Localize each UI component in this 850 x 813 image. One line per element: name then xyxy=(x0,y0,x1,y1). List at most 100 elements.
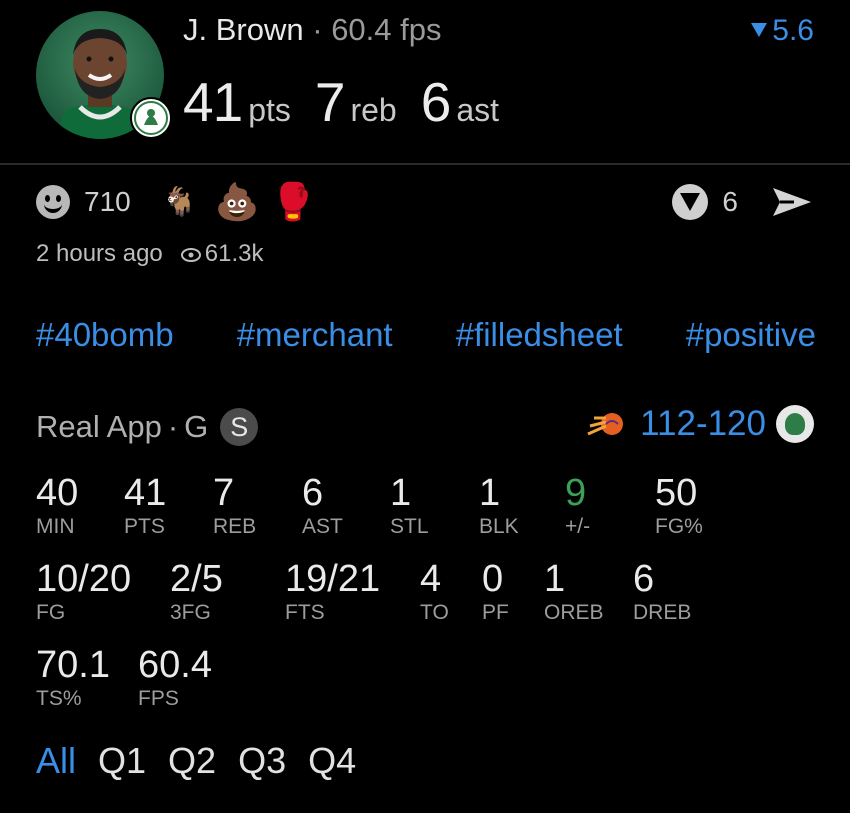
stat-plus-minus: 9 +/- xyxy=(565,472,590,539)
stat-value: 19/21 xyxy=(285,558,381,600)
tab-q3[interactable]: Q3 xyxy=(238,740,286,782)
stat-label: 3FG xyxy=(170,601,211,624)
game-info: Real App · G S xyxy=(36,408,259,446)
player-name[interactable]: J. Brown xyxy=(183,12,304,47)
hashtag-40bomb[interactable]: #40bomb xyxy=(36,316,174,354)
down-triangle-icon xyxy=(751,23,768,37)
stat-value: 40 xyxy=(36,472,79,514)
post-timestamp: 2 hours ago xyxy=(36,240,163,267)
stat-value: 60.4 xyxy=(138,644,212,686)
stat-fps: 60.4 FPS xyxy=(138,644,212,711)
stat-value: 6 xyxy=(302,472,324,514)
stat-label: FTS xyxy=(285,601,325,624)
stat-label: PF xyxy=(482,601,509,624)
stat-stl: 1 STL xyxy=(390,472,429,539)
stat-value: 9 xyxy=(565,472,587,514)
poop-icon[interactable]: 💩 xyxy=(215,182,260,222)
stat-label: OREB xyxy=(544,601,604,624)
stat-value: 7 xyxy=(213,472,235,514)
stat-label: AST xyxy=(302,515,343,538)
smiley-icon[interactable] xyxy=(36,185,70,219)
tab-q4[interactable]: Q4 xyxy=(308,740,356,782)
goat-icon[interactable]: 🐐 xyxy=(159,182,201,222)
reaction-count: 710 xyxy=(84,186,131,217)
stat-value: 6 xyxy=(633,558,655,600)
stat-value: 1 xyxy=(479,472,501,514)
rebounds-value: 7 xyxy=(314,71,346,133)
stat-value: 1 xyxy=(544,558,566,600)
stat-value: 50 xyxy=(655,472,698,514)
stat-reb: 7 REB xyxy=(213,472,256,539)
stat-value: 70.1 xyxy=(36,644,110,686)
stat-label: TO xyxy=(420,601,449,624)
post-meta: 2 hours ago 61.3k xyxy=(36,240,263,268)
send-icon[interactable] xyxy=(770,184,814,220)
assists-unit: ast xyxy=(456,92,499,128)
celtics-logo-icon xyxy=(776,405,814,443)
score-value: 112-120 xyxy=(640,404,766,443)
stat-label: FG% xyxy=(655,515,703,538)
stat-label: BLK xyxy=(479,515,519,538)
stat-to: 4 TO xyxy=(420,558,449,625)
hashtag-positive[interactable]: #positive xyxy=(686,316,816,354)
headline-stats: 41 pts 7 reb 6 ast xyxy=(183,70,523,134)
stat-3fg: 2/5 3FG xyxy=(170,558,223,625)
stat-label: FPS xyxy=(138,687,179,710)
view-count: 61.3k xyxy=(204,240,264,267)
comment-count: 6 xyxy=(722,186,738,217)
game-score[interactable]: 112-120 xyxy=(586,404,814,444)
tab-q2[interactable]: Q2 xyxy=(168,740,216,782)
reaction-bar: 710 🐐 💩 🥊 xyxy=(36,182,316,222)
tab-q1[interactable]: Q1 xyxy=(98,740,146,782)
starter-badge: S xyxy=(220,408,259,446)
stat-label: MIN xyxy=(36,515,75,538)
player-position: G xyxy=(184,409,209,444)
stat-pts: 41 PTS xyxy=(124,472,166,539)
points-value: 41 xyxy=(183,71,243,133)
stat-label: PTS xyxy=(124,515,165,538)
comment-icon[interactable] xyxy=(672,184,709,220)
stat-pf: 0 PF xyxy=(482,558,509,625)
tab-all[interactable]: All xyxy=(36,740,76,782)
stat-blk: 1 BLK xyxy=(479,472,519,539)
fps-delta[interactable]: 5.6 xyxy=(751,14,814,48)
stat-dreb: 6 DREB xyxy=(633,558,691,625)
points-unit: pts xyxy=(248,92,291,128)
fps-delta-value: 5.6 xyxy=(772,14,814,47)
hashtag-filledsheet[interactable]: #filledsheet xyxy=(456,316,623,354)
stat-label: TS% xyxy=(36,687,82,710)
player-name-line: J. Brown · 60.4 fps xyxy=(183,12,442,48)
stat-value: 2/5 xyxy=(170,558,223,600)
name-separator: · xyxy=(312,12,323,47)
fantasy-points: 60.4 fps xyxy=(331,12,442,47)
assists-value: 6 xyxy=(420,71,452,133)
stat-value: 10/20 xyxy=(36,558,132,600)
stat-label: DREB xyxy=(633,601,692,624)
stat-value: 0 xyxy=(482,558,504,600)
stat-value: 41 xyxy=(124,472,167,514)
hashtag-merchant[interactable]: #merchant xyxy=(237,316,393,354)
eye-icon xyxy=(180,247,201,262)
post-actions: 6 xyxy=(672,182,814,222)
stat-fts: 19/21 FTS xyxy=(285,558,380,625)
stat-label: STL xyxy=(390,515,429,538)
stat-label: FG xyxy=(36,601,66,624)
stat-value: 1 xyxy=(390,472,412,514)
suns-logo-icon xyxy=(587,413,624,436)
hashtag-list: #40bomb #merchant #filledsheet #positive xyxy=(36,316,816,354)
stat-fg-pct: 50 FG% xyxy=(655,472,703,539)
stat-label: REB xyxy=(213,515,257,538)
celtics-logo-icon xyxy=(130,97,172,139)
stat-fg: 10/20 FG xyxy=(36,558,131,625)
boxing-glove-icon[interactable]: 🥊 xyxy=(271,182,316,222)
stat-label: +/- xyxy=(565,515,591,538)
stat-min: 40 MIN xyxy=(36,472,78,539)
rebounds-unit: reb xyxy=(350,92,397,128)
quarter-tabs: All Q1 Q2 Q3 Q4 xyxy=(36,740,356,782)
stat-ast: 6 AST xyxy=(302,472,343,539)
header-divider xyxy=(0,163,850,165)
view-counter: 61.3k xyxy=(180,240,264,268)
stat-value: 4 xyxy=(420,558,442,600)
stat-ts-pct: 70.1 TS% xyxy=(36,644,110,711)
game-separator: · xyxy=(167,409,179,444)
